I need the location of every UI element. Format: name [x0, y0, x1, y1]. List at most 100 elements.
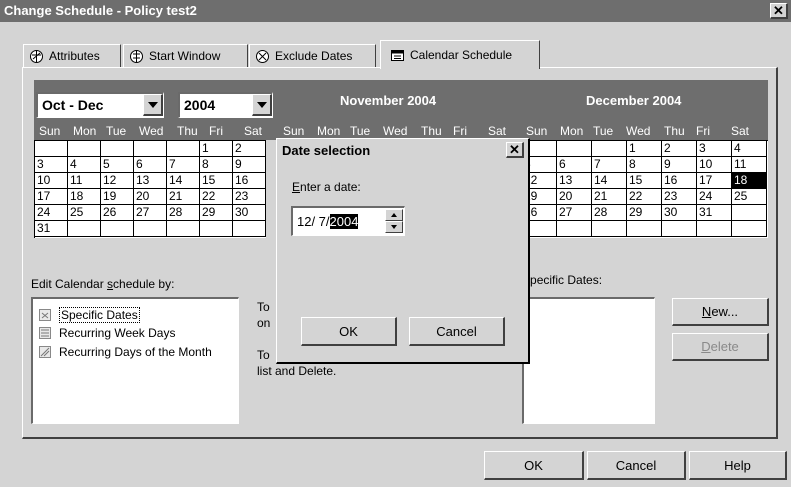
- day-cell[interactable]: 21: [592, 189, 627, 205]
- day-cell[interactable]: 28: [167, 205, 200, 221]
- day-cell[interactable]: [35, 141, 68, 157]
- day-cell[interactable]: [627, 221, 662, 237]
- day-cell[interactable]: 13: [134, 173, 167, 189]
- day-cell[interactable]: 28: [592, 205, 627, 221]
- specific-dates-list[interactable]: [522, 297, 655, 424]
- day-cell[interactable]: [134, 141, 167, 157]
- tab-attributes[interactable]: Attributes: [23, 44, 121, 67]
- day-cell[interactable]: 29: [627, 205, 662, 221]
- day-cell[interactable]: 11: [68, 173, 101, 189]
- day-cell[interactable]: 16: [662, 173, 697, 189]
- day-cell[interactable]: 2: [662, 141, 697, 157]
- ok-button[interactable]: OK: [484, 451, 584, 480]
- cancel-button[interactable]: Cancel: [587, 451, 686, 480]
- day-cell[interactable]: 24: [697, 189, 732, 205]
- day-cell[interactable]: 7: [167, 157, 200, 173]
- day-cell[interactable]: 17: [697, 173, 732, 189]
- day-cell[interactable]: [200, 221, 233, 237]
- day-cell[interactable]: 18: [68, 189, 101, 205]
- dialog-close-button[interactable]: ✕: [506, 142, 524, 158]
- day-cell[interactable]: 7: [592, 157, 627, 173]
- list-item-recurring-week-days[interactable]: Recurring Week Days: [39, 326, 175, 340]
- day-cell[interactable]: 1: [627, 141, 662, 157]
- day-cell[interactable]: 1: [200, 141, 233, 157]
- day-cell[interactable]: [662, 221, 697, 237]
- day-cell[interactable]: 30: [233, 205, 266, 221]
- day-cell[interactable]: 22: [200, 189, 233, 205]
- dialog-cancel-button[interactable]: Cancel: [409, 317, 505, 346]
- tab-exclude-dates[interactable]: Exclude Dates: [249, 44, 376, 67]
- day-cell[interactable]: 16: [233, 173, 266, 189]
- day-cell[interactable]: 31: [697, 205, 732, 221]
- day-cell[interactable]: 23: [233, 189, 266, 205]
- year-dropdown-button[interactable]: [252, 94, 272, 116]
- day-cell[interactable]: 27: [557, 205, 592, 221]
- day-cell[interactable]: 25: [732, 189, 767, 205]
- day-cell[interactable]: 3: [35, 157, 68, 173]
- day-cell[interactable]: 13: [557, 173, 592, 189]
- day-cell[interactable]: 4: [68, 157, 101, 173]
- day-cell[interactable]: 11: [732, 157, 767, 173]
- day-cell[interactable]: [101, 141, 134, 157]
- day-cell[interactable]: [68, 221, 101, 237]
- list-item-specific-dates[interactable]: Specific Dates: [39, 307, 140, 323]
- day-cell[interactable]: [233, 221, 266, 237]
- day-cell[interactable]: 27: [134, 205, 167, 221]
- day-cell[interactable]: 20: [557, 189, 592, 205]
- close-window-button[interactable]: ✕: [770, 3, 788, 19]
- schedule-type-list[interactable]: Specific Dates Recurring Week Days Recur…: [31, 297, 239, 424]
- day-cell[interactable]: 14: [592, 173, 627, 189]
- day-cell[interactable]: 25: [68, 205, 101, 221]
- day-cell[interactable]: 15: [200, 173, 233, 189]
- new-button[interactable]: New...: [672, 298, 769, 326]
- day-cell[interactable]: 10: [697, 157, 732, 173]
- day-cell[interactable]: [697, 221, 732, 237]
- spin-down-button[interactable]: [385, 221, 403, 233]
- dialog-ok-button[interactable]: OK: [301, 317, 397, 346]
- day-cell[interactable]: 23: [662, 189, 697, 205]
- day-cell[interactable]: 5: [101, 157, 134, 173]
- day-cell[interactable]: [592, 141, 627, 157]
- day-cell[interactable]: 9: [662, 157, 697, 173]
- day-cell[interactable]: 4: [732, 141, 767, 157]
- day-cell[interactable]: [732, 221, 767, 237]
- day-cell[interactable]: 8: [200, 157, 233, 173]
- day-cell[interactable]: [167, 221, 200, 237]
- day-cell[interactable]: 20: [134, 189, 167, 205]
- day-cell[interactable]: 2: [233, 141, 266, 157]
- day-cell[interactable]: 9: [233, 157, 266, 173]
- day-cell[interactable]: 18: [732, 173, 767, 189]
- date-spinner[interactable]: [385, 209, 403, 233]
- day-cell[interactable]: [557, 141, 592, 157]
- year-select[interactable]: 2004: [178, 92, 273, 118]
- spin-up-button[interactable]: [385, 209, 403, 221]
- day-cell[interactable]: [134, 221, 167, 237]
- month-range-select[interactable]: Oct - Dec: [36, 92, 164, 118]
- day-cell[interactable]: 17: [35, 189, 68, 205]
- tab-start-window[interactable]: Start Window: [123, 44, 248, 67]
- day-cell[interactable]: 3: [697, 141, 732, 157]
- delete-button[interactable]: Delete: [672, 333, 769, 361]
- day-cell[interactable]: 19: [101, 189, 134, 205]
- day-cell[interactable]: 21: [167, 189, 200, 205]
- day-cell[interactable]: [101, 221, 134, 237]
- help-button[interactable]: Help: [689, 451, 787, 480]
- day-cell[interactable]: 15: [627, 173, 662, 189]
- day-cell[interactable]: 24: [35, 205, 68, 221]
- day-cell[interactable]: 10: [35, 173, 68, 189]
- day-cell[interactable]: 31: [35, 221, 68, 237]
- day-cell[interactable]: [68, 141, 101, 157]
- day-cell[interactable]: [592, 221, 627, 237]
- day-cell[interactable]: 12: [101, 173, 134, 189]
- month-range-dropdown-button[interactable]: [143, 94, 163, 116]
- day-cell[interactable]: 14: [167, 173, 200, 189]
- list-item-recurring-days-month[interactable]: Recurring Days of the Month: [39, 345, 212, 359]
- day-cell[interactable]: 6: [557, 157, 592, 173]
- day-cell[interactable]: 6: [134, 157, 167, 173]
- day-cell[interactable]: 30: [662, 205, 697, 221]
- day-cell[interactable]: 22: [627, 189, 662, 205]
- day-cell[interactable]: 8: [627, 157, 662, 173]
- day-cell[interactable]: [732, 205, 767, 221]
- tab-calendar-schedule[interactable]: Calendar Schedule: [380, 40, 540, 69]
- day-cell[interactable]: [557, 221, 592, 237]
